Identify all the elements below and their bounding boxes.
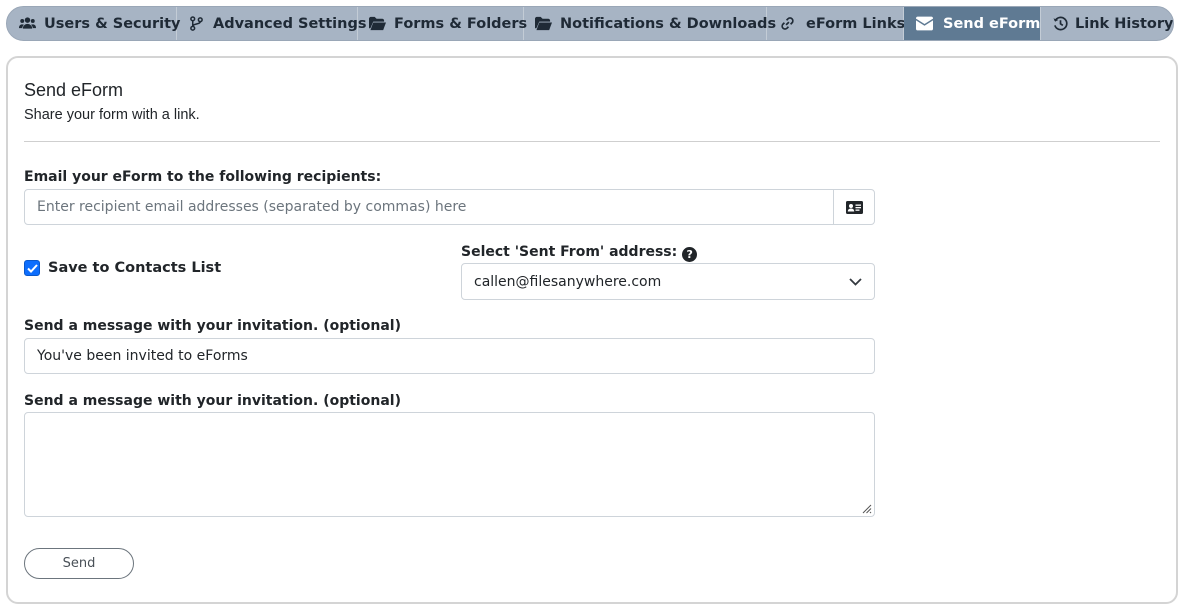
tab-forms-folders[interactable]: Forms & Folders xyxy=(358,7,528,40)
users-icon xyxy=(19,16,36,32)
address-card-icon xyxy=(845,200,863,214)
tab-label: Advanced Settings xyxy=(213,15,367,32)
sent-from-label: Select 'Sent From' address:? xyxy=(461,244,698,262)
sent-from-selected: callen@filesanywhere.com xyxy=(474,273,662,290)
subject-input[interactable] xyxy=(24,338,875,374)
history-icon xyxy=(1051,16,1069,32)
message-label: Send a message with your invitation. (op… xyxy=(24,393,401,409)
folder-open-icon xyxy=(535,16,552,32)
recipients-input[interactable] xyxy=(24,189,834,225)
resize-grip-icon[interactable] xyxy=(860,502,872,514)
subject-label: Send a message with your invitation. (op… xyxy=(24,318,401,334)
sent-from-label-text: Select 'Sent From' address: xyxy=(461,244,678,260)
link-icon xyxy=(779,16,796,32)
envelope-icon xyxy=(916,16,933,32)
send-button[interactable]: Send xyxy=(24,548,134,579)
save-contacts-row[interactable]: Save to Contacts List xyxy=(24,260,221,276)
page-title: Send eForm xyxy=(24,80,124,100)
address-book-button[interactable] xyxy=(833,189,875,225)
check-icon xyxy=(26,263,38,273)
tab-send-eform[interactable]: Send eForm xyxy=(904,7,1041,40)
divider xyxy=(24,141,1160,142)
tab-label: Notifications & Downloads xyxy=(560,15,777,32)
page-subtitle: Share your form with a link. xyxy=(24,107,200,123)
sent-from-select[interactable]: callen@filesanywhere.com xyxy=(461,263,875,300)
chevron-down-icon xyxy=(849,277,862,286)
tab-eform-links[interactable]: eForm Links xyxy=(767,7,906,40)
tab-link-history[interactable]: Link History xyxy=(1041,7,1173,40)
tab-label: Link History xyxy=(1075,15,1174,32)
tab-bar: Users & Security Advanced Settings Forms… xyxy=(6,6,1174,41)
tab-users-security[interactable]: Users & Security xyxy=(7,7,181,40)
message-textarea[interactable] xyxy=(24,412,875,517)
recipients-label: Email your eForm to the following recipi… xyxy=(24,169,382,185)
tab-label: eForm Links xyxy=(806,15,906,32)
tab-label: Users & Security xyxy=(44,15,181,32)
send-eform-panel: Send eForm Share your form with a link. … xyxy=(6,56,1178,604)
tab-label: Forms & Folders xyxy=(394,15,528,32)
question-circle-icon[interactable]: ? xyxy=(682,247,698,262)
tab-advanced-settings[interactable]: Advanced Settings xyxy=(177,7,366,40)
save-contacts-checkbox[interactable] xyxy=(24,260,40,276)
tab-notifications-downloads[interactable]: Notifications & Downloads xyxy=(524,7,776,40)
tab-label: Send eForm xyxy=(943,15,1041,32)
save-contacts-label: Save to Contacts List xyxy=(48,260,222,276)
code-branch-icon xyxy=(188,16,205,32)
folder-open-icon xyxy=(369,16,386,32)
